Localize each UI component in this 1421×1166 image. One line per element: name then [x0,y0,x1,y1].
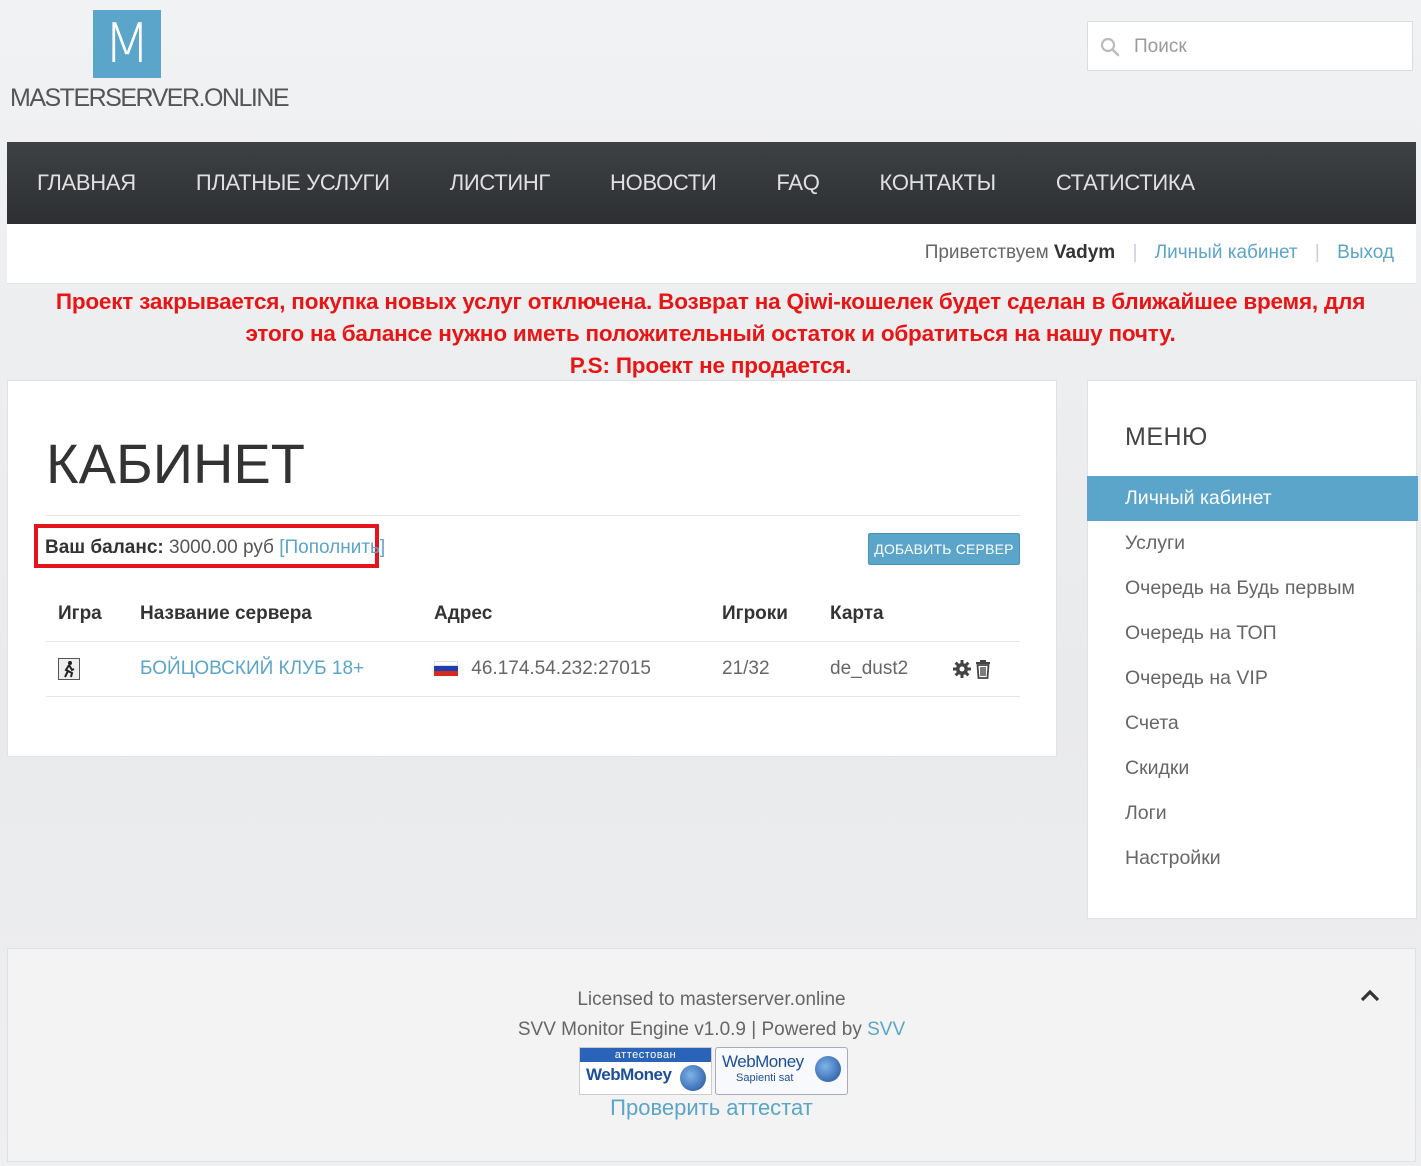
nav-home[interactable]: ГЛАВНАЯ [7,142,166,224]
col-address: Адрес [422,587,710,642]
add-server-button[interactable]: ДОБАВИТЬ СЕРВЕР [868,533,1020,565]
server-name-link[interactable]: БОЙЦОВСКИЙ КЛУБ 18+ [140,658,364,679]
webmoney-globe-icon [815,1056,841,1082]
balance-label: Ваш баланс: [45,537,164,558]
divider [46,515,1020,516]
nav-listing[interactable]: ЛИСТИНГ [420,142,580,224]
username: Vadym [1053,242,1116,263]
col-name: Название сервера [128,587,422,642]
sidebar-item-invoices[interactable]: Счета [1087,701,1418,746]
closing-notice: Проект закрывается, покупка новых услуг … [20,286,1401,382]
col-map: Карта [818,587,940,642]
webmoney-globe-icon [680,1065,706,1091]
sidebar-menu: МЕНЮ Личный кабинет Услуги Очередь на Бу… [1087,380,1418,919]
server-address: 46.174.54.232:27015 [471,658,651,679]
footer-engine-text: SVV Monitor Engine v1.0.9 | Powered by [517,1019,862,1040]
webmoney-sapienti-badge[interactable]: WebMoney Sapienti sat [715,1047,848,1095]
sidebar-title: МЕНЮ [1125,423,1208,451]
col-players: Игроки [710,587,818,642]
nav-news[interactable]: НОВОСТИ [580,142,746,224]
wm-badge2-sub: Sapienti sat [736,1072,794,1084]
sidebar-item-services[interactable]: Услуги [1087,521,1418,566]
footer-license: Licensed to masterserver.online [577,989,846,1010]
wm-badge2-text: WebMoney [722,1052,804,1071]
nav-faq[interactable]: FAQ [746,142,849,224]
logo-text: MASTERSERVER.ONLINE [10,84,290,112]
cabinet-link[interactable]: Личный кабинет [1155,242,1298,263]
greeting-text: Приветствуем [924,242,1049,263]
notice-ps: P.S: Проект не продается. [569,353,852,378]
user-bar: Приветствуем Vadym | Личный кабинет | Вы… [7,224,1416,284]
sidebar-item-logs[interactable]: Логи [1087,791,1418,836]
footer: Licensed to masterserver.online SVV Moni… [7,948,1416,1162]
nav-contacts[interactable]: КОНТАКТЫ [850,142,1026,224]
check-attestat-link[interactable]: Проверить аттестат [8,1095,1415,1121]
nav-statistics[interactable]: СТАТИСТИКА [1026,142,1225,224]
webmoney-attested-badge[interactable]: аттестован WebMoney [579,1047,712,1095]
main-nav: ГЛАВНАЯ ПЛАТНЫЕ УСЛУГИ ЛИСТИНГ НОВОСТИ F… [7,142,1416,224]
wm-badge-text: WebMoney [586,1065,672,1084]
gear-icon[interactable] [952,659,972,679]
sidebar-item-queue-first[interactable]: Очередь на Будь первым [1087,566,1418,611]
server-map: de_dust2 [818,641,940,697]
cabinet-panel: КАБИНЕТ Ваш баланс: 3000.00 руб [Пополни… [7,380,1057,757]
site-logo[interactable]: M MASTERSERVER.ONLINE [10,10,290,115]
search-input[interactable] [1132,22,1406,72]
topup-link[interactable]: [Пополнить] [279,537,385,558]
cs-icon [58,657,80,680]
wm-badge-top: аттестован [580,1048,711,1062]
footer-engine: SVV Monitor Engine v1.0.9 | Powered by S… [8,1019,1415,1041]
table-row: БОЙЦОВСКИЙ КЛУБ 18+ 46.174.54.232:27015 … [46,641,1020,697]
ru-flag-icon [434,661,458,677]
nav-paid-services[interactable]: ПЛАТНЫЕ УСЛУГИ [166,142,420,224]
balance: Ваш баланс: 3000.00 руб [Пополнить] [45,537,385,559]
logo-mark: M [93,10,161,78]
notice-text: Проект закрывается, покупка новых услуг … [55,289,1366,346]
servers-table: Игра Название сервера Адрес Игроки Карта [46,587,1020,697]
search-box [1087,21,1413,72]
sidebar-item-cabinet[interactable]: Личный кабинет [1087,476,1418,521]
search-icon [1100,37,1120,57]
page-title: КАБИНЕТ [46,432,305,495]
scroll-top-icon[interactable] [1359,987,1381,1003]
sidebar-item-queue-vip[interactable]: Очередь на VIP [1087,656,1418,701]
col-game: Игра [46,587,128,642]
svv-link[interactable]: SVV [867,1019,905,1040]
sidebar-item-settings[interactable]: Настройки [1087,836,1418,881]
logout-link[interactable]: Выход [1337,242,1394,263]
balance-value: 3000.00 руб [169,537,274,558]
trash-icon[interactable] [974,659,992,679]
server-players: 21/32 [710,641,818,697]
sidebar-item-discounts[interactable]: Скидки [1087,746,1418,791]
sidebar-item-queue-top[interactable]: Очередь на ТОП [1087,611,1418,656]
